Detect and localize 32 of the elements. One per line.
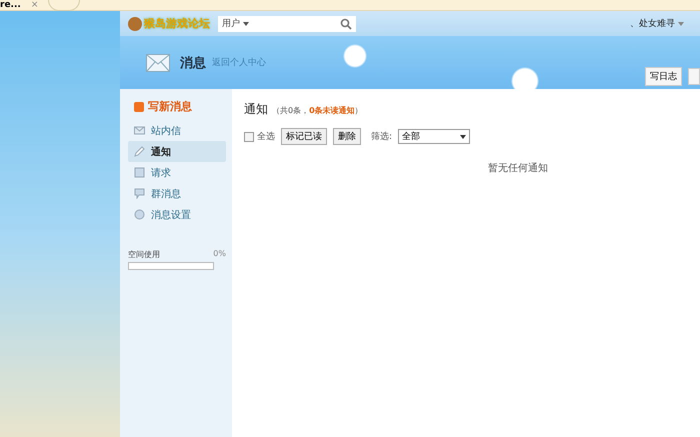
select-all-label[interactable]: 全选 [257, 130, 275, 143]
search-icon[interactable] [340, 18, 352, 30]
caret-icon [460, 134, 466, 138]
empty-message: 暂无任何通知 [488, 162, 549, 175]
section-title: 通知 [244, 101, 268, 118]
envelope-icon [134, 125, 145, 136]
sidebar-item[interactable]: 站内信 [128, 120, 226, 141]
notice-summary: （共0条，0条未读通知） [272, 105, 363, 116]
checkbox[interactable] [244, 132, 254, 142]
user-menu[interactable]: 、处女难寻 [630, 17, 684, 30]
caret-icon [678, 22, 684, 26]
filter-label: 筛选: [371, 130, 392, 143]
sidebar-item[interactable]: 消息设置 [128, 204, 226, 225]
usage-label: 空间使用 [128, 249, 160, 260]
pencil-icon [134, 146, 145, 157]
speech-bubble-icon [134, 188, 145, 199]
page-title: 消息 [180, 54, 206, 72]
tab-title[interactable]: re... [0, 0, 21, 10]
sidebar-item[interactable]: 通知 [128, 141, 226, 162]
search-field[interactable]: 用户 [218, 16, 356, 32]
filter-dropdown[interactable]: 全部 [398, 129, 470, 144]
circle-icon [134, 209, 145, 220]
sidebar-item[interactable]: 请求 [128, 162, 226, 183]
write-blog-button[interactable]: 写日志 [645, 67, 682, 86]
caret-icon [243, 22, 249, 26]
delete-button[interactable]: 删除 [333, 128, 361, 145]
sidebar-item[interactable]: 群消息 [128, 183, 226, 204]
photo-button[interactable] [688, 68, 700, 85]
usage-reading: 0% [213, 249, 226, 260]
mark-read-button[interactable]: 标记已读 [281, 128, 327, 145]
note-icon [134, 167, 145, 178]
envelope-icon [146, 54, 170, 72]
